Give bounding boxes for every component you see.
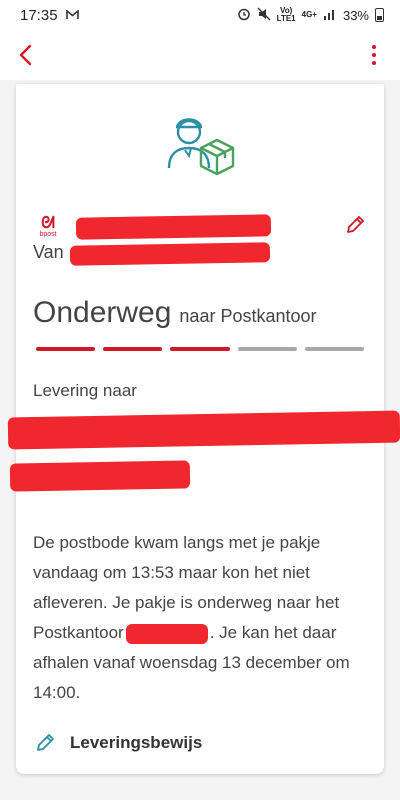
pencil-icon bbox=[347, 215, 364, 233]
status-time: 17:35 bbox=[20, 6, 58, 24]
status-left: 17:35 bbox=[20, 7, 79, 24]
battery-icon bbox=[375, 8, 384, 22]
pencil-icon bbox=[37, 734, 54, 751]
redaction-address-line1 bbox=[7, 410, 400, 450]
back-button[interactable] bbox=[18, 44, 32, 66]
battery-percent: 33% bbox=[342, 7, 369, 23]
redaction-address-line2 bbox=[9, 460, 191, 492]
bpost-logo: ᘛ bpost bbox=[33, 214, 63, 238]
progress-bar bbox=[36, 347, 365, 351]
delivery-proof-label: Leveringsbewijs bbox=[70, 733, 203, 752]
status-right: Vo) LTE1 4G+ 33% bbox=[237, 7, 384, 24]
more-dot bbox=[372, 61, 376, 65]
delivery-proof-button[interactable]: Leveringsbewijs bbox=[34, 732, 202, 754]
status-bar: 17:35 Vo) LTE1 4G+ 33% bbox=[0, 0, 400, 30]
volte-bottom: LTE1 bbox=[276, 14, 296, 23]
more-dot bbox=[372, 53, 376, 57]
redaction-tracking bbox=[75, 214, 272, 240]
status-main: Onderweg bbox=[33, 296, 172, 329]
progress-step-done bbox=[170, 347, 230, 351]
edit-tracking-button[interactable] bbox=[344, 214, 366, 241]
bpost-logo-text: bpost bbox=[39, 230, 57, 238]
signal-icon bbox=[323, 8, 337, 23]
status-message: De postbode kwam langs met je pakje vand… bbox=[33, 528, 378, 708]
alarm-icon bbox=[237, 7, 251, 24]
mute-icon bbox=[257, 7, 271, 24]
progress-step-done bbox=[36, 347, 96, 351]
bpost-horn-icon: ᘛ bbox=[41, 214, 55, 232]
sender-prefix: Van bbox=[33, 242, 64, 262]
progress-step-pending bbox=[304, 347, 365, 351]
gmail-icon bbox=[65, 7, 79, 24]
chevron-left-icon bbox=[19, 44, 32, 66]
app-bar bbox=[0, 30, 400, 80]
parcel-status: Onderweg naar Postkantoor bbox=[33, 296, 317, 330]
progress-step-done bbox=[103, 347, 163, 351]
delivery-label: Levering naar bbox=[33, 381, 137, 400]
network-type: 4G+ bbox=[301, 10, 317, 19]
parcel-card: ᘛ bpost 323 1 Van Onderweg naar Postkant… bbox=[7, 84, 400, 774]
more-options-button[interactable] bbox=[366, 41, 382, 69]
more-vertical-icon bbox=[372, 45, 376, 49]
redaction-postoffice bbox=[125, 623, 208, 644]
redaction-sender bbox=[69, 242, 271, 266]
status-destination: naar Postkantoor bbox=[179, 306, 317, 326]
progress-step-pending bbox=[237, 347, 297, 351]
courier-with-package-icon bbox=[167, 118, 235, 176]
volte-indicator: Vo) LTE1 bbox=[277, 7, 296, 23]
sender-row: Van bbox=[33, 242, 64, 263]
